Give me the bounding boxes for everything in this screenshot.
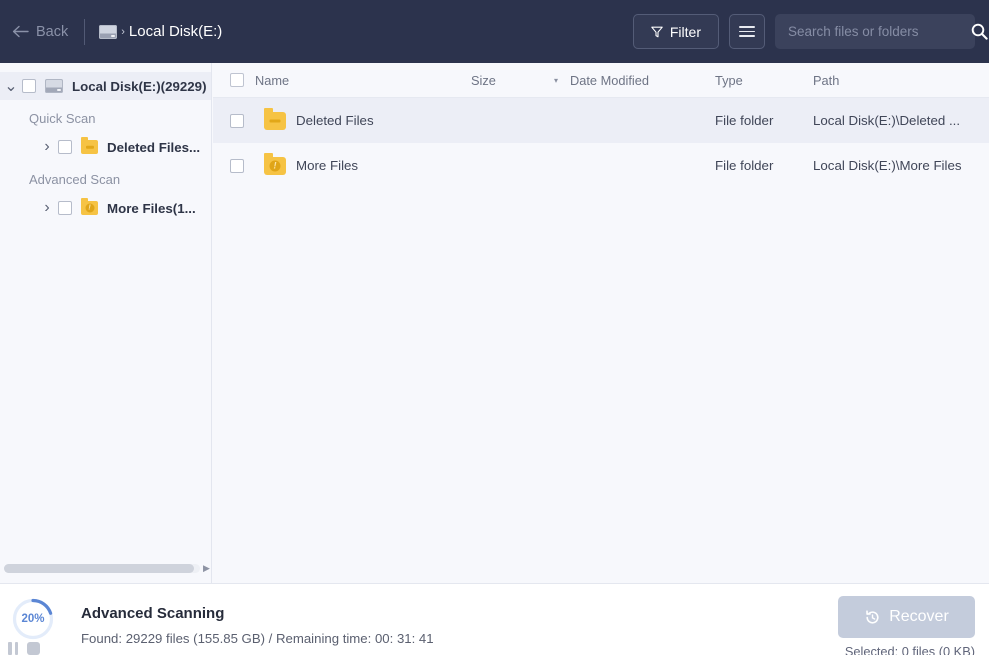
top-toolbar: Back › Local Disk(E:) Filter: [0, 0, 989, 63]
chevron-right-icon[interactable]: ›: [36, 138, 58, 156]
scrollbar-track[interactable]: [4, 563, 200, 573]
column-header-name[interactable]: Name: [255, 73, 289, 88]
row-path: Local Disk(E:)\More Files: [813, 158, 962, 173]
folder-badge: !: [85, 203, 94, 213]
toolbar-divider: [84, 18, 86, 45]
select-all-checkbox[interactable]: [230, 73, 244, 87]
breadcrumb-current[interactable]: Local Disk(E:): [129, 23, 222, 40]
sort-descending-icon[interactable]: ▾: [554, 76, 558, 85]
back-label: Back: [36, 23, 69, 40]
app-window: Back › Local Disk(E:) Filter Search file…: [0, 0, 989, 655]
hard-disk-icon: [45, 79, 63, 93]
row-checkbox[interactable]: [230, 113, 244, 128]
filter-label: Filter: [669, 23, 701, 40]
column-header-date-modified[interactable]: Date Modified: [570, 73, 649, 88]
recover-label: Recover: [889, 608, 949, 625]
scan-status-title: Advanced Scanning: [81, 605, 225, 622]
file-list-header: Name Size ▾ Date Modified Type Path: [213, 63, 989, 98]
list-view-button[interactable]: [729, 14, 765, 49]
sidebar-horizontal-scrollbar[interactable]: ▶: [0, 561, 212, 575]
scrollbar-thumb[interactable]: [4, 563, 194, 573]
funnel-icon: [651, 26, 663, 37]
list-view-icon: [739, 23, 755, 40]
row-type: File folder: [715, 113, 774, 128]
sidebar-item-local-disk[interactable]: ⌄ Local Disk(E:)(29229): [0, 72, 211, 100]
restore-clock-icon: [866, 609, 879, 624]
folder-more-icon: !: [264, 152, 286, 175]
scan-progress-ring: 20%: [11, 597, 55, 641]
folder-badge: !: [269, 160, 281, 171]
breadcrumb: › Local Disk(E:): [99, 23, 222, 40]
sidebar-group-advanced-scan: Advanced Scan: [29, 172, 121, 187]
hard-disk-icon: [99, 24, 118, 39]
status-bar: 20% Advanced Scanning Found: 29229 files…: [0, 583, 989, 655]
arrow-left-icon: [12, 25, 29, 38]
sidebar-tree: ⌄ Local Disk(E:)(29229) Quick Scan › Del…: [0, 63, 212, 583]
table-row[interactable]: ! More Files File folder Local Disk(E:)\…: [213, 143, 989, 188]
sidebar-checkbox-deleted-files[interactable]: [58, 140, 72, 154]
scan-status-details: Found: 29229 files (155.85 GB) / Remaini…: [81, 631, 434, 646]
sidebar-label-more-files: More Files(1...: [107, 200, 196, 216]
row-name-cell: Deleted Files: [255, 107, 374, 130]
search-input[interactable]: [788, 24, 965, 39]
filter-button[interactable]: Filter: [632, 14, 719, 49]
row-type: File folder: [715, 158, 774, 173]
selected-summary: Selected: 0 files (0 KB): [844, 644, 975, 655]
search-box[interactable]: [775, 14, 988, 49]
recover-button[interactable]: Recover: [838, 596, 975, 638]
sidebar-item-deleted-files[interactable]: › Deleted Files...: [0, 133, 211, 161]
sidebar-group-quick-scan: Quick Scan: [29, 111, 96, 126]
breadcrumb-separator: ›: [121, 25, 125, 38]
row-name: More Files: [296, 158, 359, 173]
folder-deleted-icon: [264, 107, 286, 130]
row-checkbox[interactable]: [230, 158, 244, 173]
scroll-right-arrow-icon[interactable]: ▶: [203, 563, 210, 574]
progress-percent-label: 20%: [21, 613, 45, 625]
sidebar-checkbox-local-disk[interactable]: [22, 79, 36, 93]
row-name-cell: ! More Files: [255, 152, 359, 175]
column-header-type[interactable]: Type: [715, 73, 743, 88]
folder-deleted-icon: [81, 137, 98, 154]
back-button[interactable]: Back: [12, 24, 68, 40]
sidebar-checkbox-more-files[interactable]: [58, 201, 72, 215]
row-path: Local Disk(E:)\Deleted ...: [813, 113, 961, 128]
sidebar-label-deleted-files: Deleted Files...: [107, 139, 201, 155]
sidebar-label-local-disk: Local Disk(E:)(29229): [72, 78, 207, 94]
file-list-panel: Name Size ▾ Date Modified Type Path Dele…: [213, 63, 989, 583]
folder-more-icon: !: [81, 198, 98, 215]
search-icon[interactable]: [965, 23, 988, 40]
row-name: Deleted Files: [296, 113, 374, 128]
pause-icon[interactable]: [8, 642, 18, 655]
chevron-down-icon[interactable]: ⌄: [0, 76, 22, 96]
column-header-path[interactable]: Path: [813, 73, 839, 88]
sidebar-item-more-files[interactable]: › ! More Files(1...: [0, 194, 211, 222]
stop-icon[interactable]: [27, 642, 40, 655]
scan-controls: [8, 642, 40, 655]
chevron-right-icon[interactable]: ›: [36, 199, 58, 217]
toolbar-actions: Filter: [632, 0, 988, 63]
column-header-size[interactable]: Size: [471, 73, 496, 88]
table-row[interactable]: Deleted Files File folder Local Disk(E:)…: [213, 98, 989, 143]
